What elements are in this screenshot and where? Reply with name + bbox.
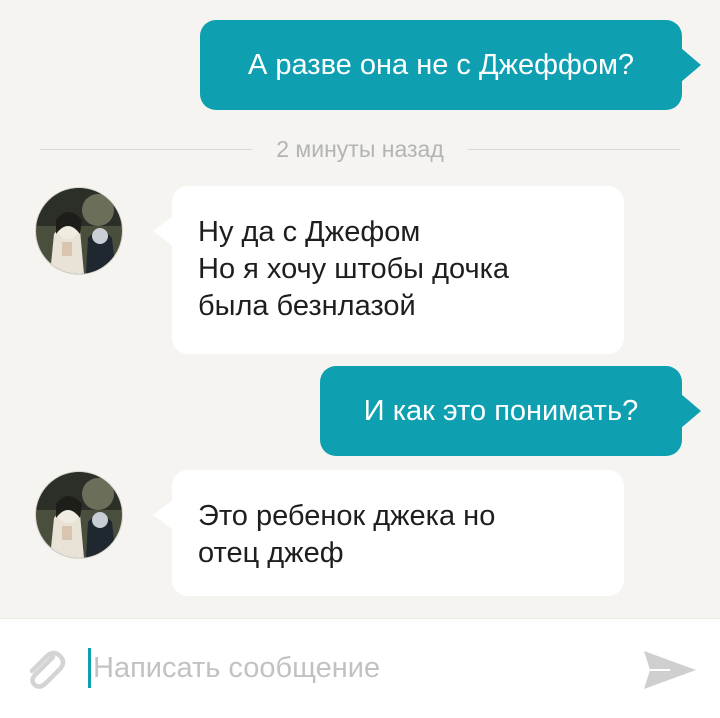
message-text: отец джеф [198, 537, 344, 569]
message-text: А разве она не с Джеффом? [247, 48, 635, 81]
incoming-message[interactable]: Это ребенок джека но отец джеф [153, 470, 624, 596]
message-text: была безнлазой [198, 290, 416, 322]
divider-line [467, 148, 680, 150]
message-input-placeholder: Написать сообщение [93, 651, 381, 684]
message-input[interactable]: Написать сообщение [88, 643, 628, 693]
avatar-image [36, 188, 122, 274]
avatar-image [36, 472, 122, 558]
text-caret [88, 648, 91, 688]
timestamp-divider: 2 минуты назад [40, 134, 680, 164]
message-text: Это ребенок джека но [198, 500, 496, 532]
divider-line [40, 148, 253, 150]
message-text: Ну да с Джефом [198, 216, 421, 248]
message-composer: Написать сообщение [0, 618, 720, 718]
timestamp-label: 2 минуты назад [276, 135, 444, 162]
incoming-message[interactable]: Ну да с Джефом Но я хочу штобы дочка был… [153, 186, 624, 354]
send-arrow-icon[interactable] [640, 645, 698, 695]
message-text: И как это понимать? [363, 394, 639, 427]
chat-thread: А разве она не с Джеффом? 2 минуты назад… [0, 0, 720, 618]
outgoing-message[interactable]: А разве она не с Джеффом? [200, 20, 701, 110]
paperclip-icon[interactable] [20, 643, 70, 693]
outgoing-message[interactable]: И как это понимать? [320, 366, 701, 456]
message-text: Но я хочу штобы дочка [198, 253, 510, 285]
avatar[interactable] [36, 472, 122, 558]
avatar[interactable] [36, 188, 122, 274]
